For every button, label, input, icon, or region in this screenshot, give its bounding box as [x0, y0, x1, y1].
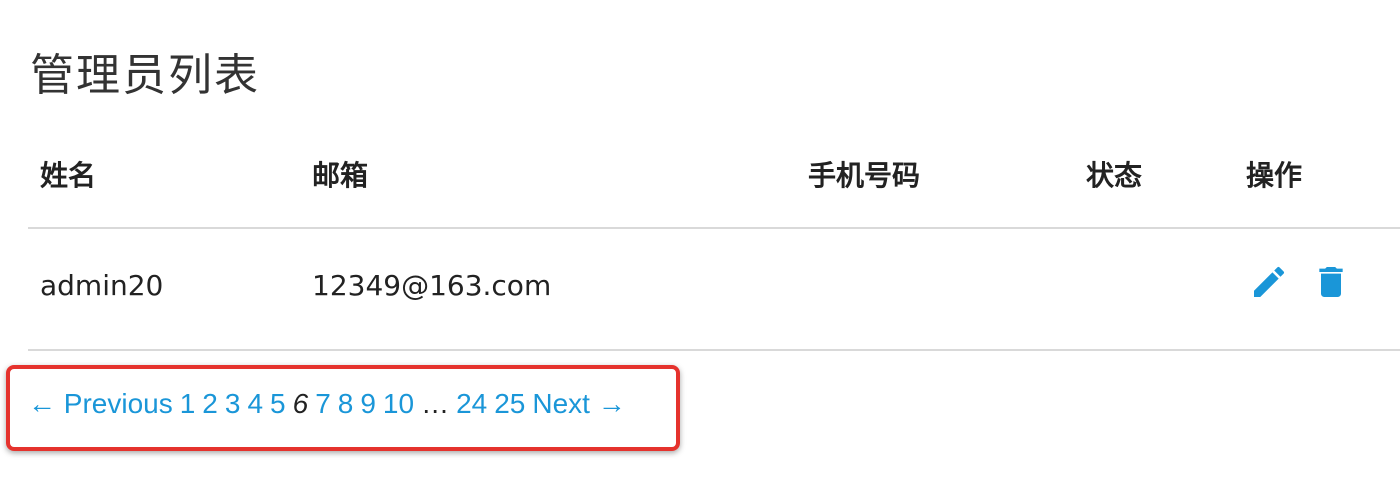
pagination-page-4[interactable]: 4 [247, 388, 263, 420]
header-email: 邮箱 [312, 159, 369, 192]
delete-button[interactable] [1310, 261, 1352, 303]
pagination-page-25[interactable]: 25 [494, 388, 525, 420]
header-phone: 手机号码 [808, 159, 921, 192]
table-header-row: 姓名 邮箱 手机号码 状态 操作 [28, 140, 1400, 229]
pagination-page-8[interactable]: 8 [338, 388, 354, 420]
page-title: 管理员列表 [30, 50, 260, 101]
pagination-ellipsis: … [421, 388, 450, 419]
pagination: ← Previous 1 2 3 4 5 6 7 8 9 10 … 24 25 … [28, 388, 633, 420]
pencil-icon [1254, 266, 1285, 297]
pagination-current-page: 6 [292, 388, 309, 419]
pagination-page-24[interactable]: 24 [456, 388, 487, 420]
row-actions [1248, 261, 1352, 303]
header-actions: 操作 [1246, 159, 1303, 192]
table-row: admin20 12349@163.com [28, 229, 1400, 351]
pagination-page-7[interactable]: 7 [315, 388, 331, 420]
header-name: 姓名 [40, 159, 97, 192]
cell-name: admin20 [40, 269, 164, 302]
pagination-page-2[interactable]: 2 [202, 388, 218, 420]
pagination-page-5[interactable]: 5 [270, 388, 286, 420]
pagination-page-9[interactable]: 9 [360, 388, 376, 420]
header-status: 状态 [1086, 159, 1143, 192]
edit-button[interactable] [1248, 261, 1290, 303]
pagination-next[interactable]: Next → [532, 388, 625, 420]
pagination-previous[interactable]: ← Previous [28, 388, 173, 420]
trash-icon [1319, 267, 1343, 297]
cell-email: 12349@163.com [312, 269, 552, 302]
admin-table: 姓名 邮箱 手机号码 状态 操作 admin20 12349@163.com [28, 140, 1400, 351]
pagination-page-10[interactable]: 10 [383, 388, 414, 420]
pagination-page-1[interactable]: 1 [180, 388, 196, 420]
pagination-page-3[interactable]: 3 [225, 388, 241, 420]
